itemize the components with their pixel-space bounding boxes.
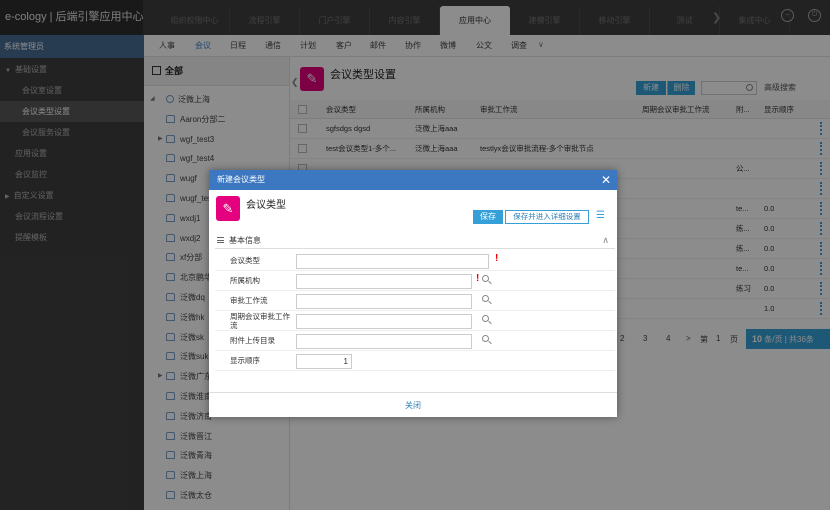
field-label: 审批工作流 bbox=[230, 296, 268, 305]
close-button[interactable]: 关闭 bbox=[405, 401, 421, 410]
field-row-org: 所属机构 ! bbox=[215, 271, 615, 291]
field-label: 所属机构 bbox=[230, 276, 260, 285]
list-menu-icon[interactable]: ☰ bbox=[596, 211, 608, 221]
save-button[interactable]: 保存 bbox=[473, 210, 503, 224]
dialog-footer: 关闭 bbox=[209, 392, 617, 417]
section-lines-icon bbox=[217, 237, 224, 243]
attachment-dir-input[interactable] bbox=[296, 334, 472, 349]
dialog-header: 新建会议类型 ✕ bbox=[209, 170, 617, 190]
field-label: 周期会议审批工作流 bbox=[230, 312, 290, 330]
search-icon[interactable] bbox=[482, 295, 489, 302]
section-header-basic-info[interactable]: 基本信息 ∧ bbox=[215, 232, 615, 249]
dialog-title: 新建会议类型 bbox=[217, 175, 265, 184]
cycle-workflow-input[interactable] bbox=[296, 314, 472, 329]
field-row-cycle-workflow: 周期会议审批工作流 bbox=[215, 311, 615, 331]
dialog-heading: 会议类型 bbox=[246, 200, 286, 211]
required-icon: ! bbox=[476, 273, 480, 284]
field-row-attachment-dir: 附件上传目录 bbox=[215, 331, 615, 351]
meeting-type-input[interactable] bbox=[296, 254, 489, 269]
close-icon[interactable]: ✕ bbox=[601, 170, 611, 190]
field-label: 会议类型 bbox=[230, 256, 260, 265]
field-label: 附件上传目录 bbox=[230, 336, 275, 345]
save-and-detail-button[interactable]: 保存并进入详细设置 bbox=[505, 210, 589, 224]
search-icon[interactable] bbox=[482, 315, 489, 322]
edit-icon: ✎ bbox=[216, 196, 240, 221]
field-label: 显示顺序 bbox=[230, 356, 260, 365]
field-row-order: 显示顺序 1 bbox=[215, 351, 615, 371]
new-meeting-type-dialog: 新建会议类型 ✕ ✎ 会议类型 保存 保存并进入详细设置 ☰ 基本信息 ∧ 会议… bbox=[209, 170, 617, 417]
workflow-input[interactable] bbox=[296, 294, 472, 309]
display-order-input[interactable]: 1 bbox=[296, 354, 352, 369]
org-input[interactable] bbox=[296, 274, 472, 289]
required-icon: ! bbox=[495, 253, 499, 264]
search-icon[interactable] bbox=[482, 275, 489, 282]
field-row-workflow: 审批工作流 bbox=[215, 291, 615, 311]
section-title: 基本信息 bbox=[229, 236, 261, 245]
field-row-meeting-type: 会议类型 ! bbox=[215, 251, 615, 271]
search-icon[interactable] bbox=[482, 335, 489, 342]
collapse-up-icon[interactable]: ∧ bbox=[602, 232, 609, 249]
